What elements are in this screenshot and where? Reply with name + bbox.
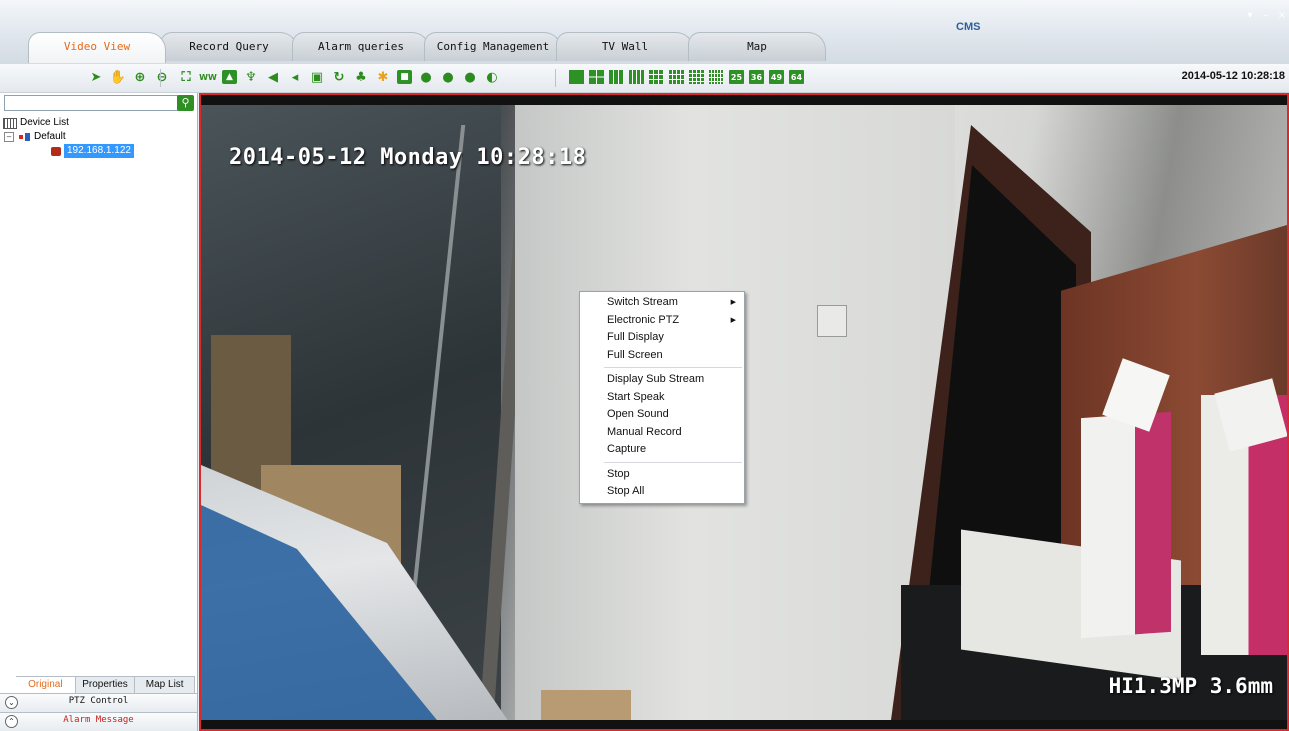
product-box: [1081, 411, 1171, 639]
camera-icon: [51, 146, 61, 156]
main-tabs: Video View Record Query Alarm queries Co…: [28, 32, 826, 63]
submenu-arrow-icon: ▶: [730, 299, 736, 306]
menu-separator: [604, 461, 742, 463]
tree-root[interactable]: Device List: [3, 116, 134, 130]
tab-video-view[interactable]: Video View: [28, 32, 166, 63]
tab-original[interactable]: Original: [16, 677, 76, 693]
toolbar-divider: [555, 69, 556, 87]
device-tree: Device List – Default 192.168.1.122: [3, 116, 134, 158]
microphone-icon[interactable]: ♆: [243, 69, 259, 86]
menu-item-label: Electronic PTZ: [607, 313, 680, 326]
layout-1-icon[interactable]: [569, 70, 584, 84]
tab-record-query[interactable]: Record Query: [160, 32, 298, 61]
title-bar: CMS ▾ – × Video View Record Query Alarm …: [0, 0, 1289, 64]
capture-icon[interactable]: ■: [397, 70, 412, 84]
menu-item-display-sub-stream[interactable]: Display Sub Stream: [580, 371, 744, 389]
menu-item-stop-all[interactable]: Stop All: [580, 483, 744, 501]
device-list-icon: [3, 117, 17, 129]
tab-map-list[interactable]: Map List: [135, 677, 196, 693]
close-icon[interactable]: ×: [1275, 10, 1289, 22]
clock: 2014-05-12 10:28:18: [1181, 70, 1285, 82]
ptz-tool-group: ➤ ✋ ⊕ ⊖: [88, 69, 170, 86]
menu-item-open-sound[interactable]: Open Sound: [580, 406, 744, 424]
action-tool-group: ⛶ WW ▲ ♆ ◀ ◂ ▣ ↻ ♣ ✱ ■ ● ● ● ◐: [178, 69, 500, 86]
cardboard-box: [541, 690, 631, 720]
group-icon: [19, 132, 31, 142]
layout-25-icon[interactable]: 25: [729, 70, 744, 84]
zoom-out-icon[interactable]: ⊖: [154, 69, 170, 86]
layout-9-icon[interactable]: [649, 70, 664, 84]
menu-item-switch-stream[interactable]: Switch Stream ▶: [580, 294, 744, 312]
device-search: ⚲: [4, 95, 194, 112]
menu-item-label: Switch Stream: [607, 296, 678, 308]
tree-device[interactable]: 192.168.1.122: [3, 144, 134, 158]
ptz-control-header[interactable]: ⌄ PTZ Control: [0, 693, 197, 712]
toolbar-divider: [160, 69, 161, 87]
refresh-icon[interactable]: ↻: [331, 69, 347, 86]
menu-item-manual-record[interactable]: Manual Record: [580, 424, 744, 442]
tab-tv-wall[interactable]: TV Wall: [556, 32, 694, 61]
fit-icon[interactable]: ✱: [375, 69, 391, 86]
menu-item-full-screen[interactable]: Full Screen: [580, 347, 744, 365]
tree-device-label: 192.168.1.122: [64, 144, 134, 158]
device-panel: ⚲ Device List – Default 192.168.1.122 Or…: [0, 93, 198, 731]
layout-4-icon[interactable]: [589, 70, 604, 84]
layout-36-icon[interactable]: 36: [749, 70, 764, 84]
layout-6-icon[interactable]: [609, 70, 624, 84]
search-input[interactable]: [4, 95, 178, 111]
fullscreen-icon[interactable]: ⛶: [178, 69, 194, 86]
collapse-icon[interactable]: –: [4, 132, 14, 142]
panel-tabs: Original Properties Map List: [16, 676, 196, 693]
minimize-icon[interactable]: –: [1259, 10, 1273, 22]
tab-properties[interactable]: Properties: [75, 677, 136, 693]
menu-item-start-speak[interactable]: Start Speak: [580, 389, 744, 407]
speaker-icon[interactable]: ◀: [265, 69, 281, 86]
menu-dropdown-icon[interactable]: ▾: [1243, 10, 1257, 22]
hand-icon[interactable]: ✋: [110, 69, 126, 86]
toolbar: ➤ ✋ ⊕ ⊖ ⛶ WW ▲ ♆ ◀ ◂ ▣ ↻ ♣ ✱ ■ ● ● ● ◐ 2…: [0, 64, 1289, 93]
tab-map[interactable]: Map: [688, 32, 826, 61]
menu-item-electronic-ptz[interactable]: Electronic PTZ ▶: [580, 312, 744, 330]
alarm-icon[interactable]: ♣: [353, 69, 369, 86]
tree-group[interactable]: – Default: [3, 130, 134, 144]
record-icon[interactable]: ▣: [309, 69, 325, 86]
zoom-in-icon[interactable]: ⊕: [132, 69, 148, 86]
play-icon[interactable]: ●: [462, 69, 478, 86]
osd-timestamp: 2014-05-12 Monday 10:28:18: [229, 145, 587, 170]
ptz-control-label: PTZ Control: [68, 696, 129, 706]
search-icon[interactable]: ⚲: [177, 95, 194, 111]
alarm-message-label: Alarm Message: [63, 715, 134, 725]
menu-separator: [604, 367, 742, 368]
ww-icon[interactable]: WW: [199, 69, 217, 86]
menu-item-full-display[interactable]: Full Display: [580, 329, 744, 347]
layout-64-icon[interactable]: 64: [789, 70, 804, 84]
layout-49-icon[interactable]: 49: [769, 70, 784, 84]
layout-tool-group: 25 36 49 64: [569, 69, 804, 84]
layout-10-icon[interactable]: [669, 70, 684, 84]
window-controls: ▾ – ×: [1243, 10, 1289, 22]
circle-icon[interactable]: ◐: [484, 69, 500, 86]
pause-icon[interactable]: ●: [440, 69, 456, 86]
tab-config-management[interactable]: Config Management: [424, 32, 562, 61]
app-title: CMS: [956, 21, 981, 33]
pointer-icon[interactable]: ➤: [88, 69, 104, 86]
menu-item-stop[interactable]: Stop: [580, 466, 744, 484]
stop-icon[interactable]: ●: [418, 69, 434, 86]
alarm-message-header[interactable]: ⌃ Alarm Message: [0, 712, 197, 731]
menu-item-capture[interactable]: Capture: [580, 441, 744, 459]
talk-icon[interactable]: ◂: [287, 69, 303, 86]
wall-switch: [817, 305, 847, 337]
layout-16-icon[interactable]: [709, 70, 724, 84]
layout-13-icon[interactable]: [689, 70, 704, 84]
submenu-arrow-icon: ▶: [730, 316, 736, 324]
tree-root-label: Device List: [20, 117, 69, 128]
tree-group-label: Default: [34, 131, 66, 142]
layout-8-icon[interactable]: [629, 70, 644, 84]
video-context-menu: Switch Stream ▶ Electronic PTZ ▶ Full Disp…: [579, 291, 745, 504]
osd-camera-model: HI1.3MP 3.6mm: [1108, 674, 1273, 698]
image-icon[interactable]: ▲: [222, 70, 237, 84]
tab-alarm-queries[interactable]: Alarm queries: [292, 32, 430, 61]
